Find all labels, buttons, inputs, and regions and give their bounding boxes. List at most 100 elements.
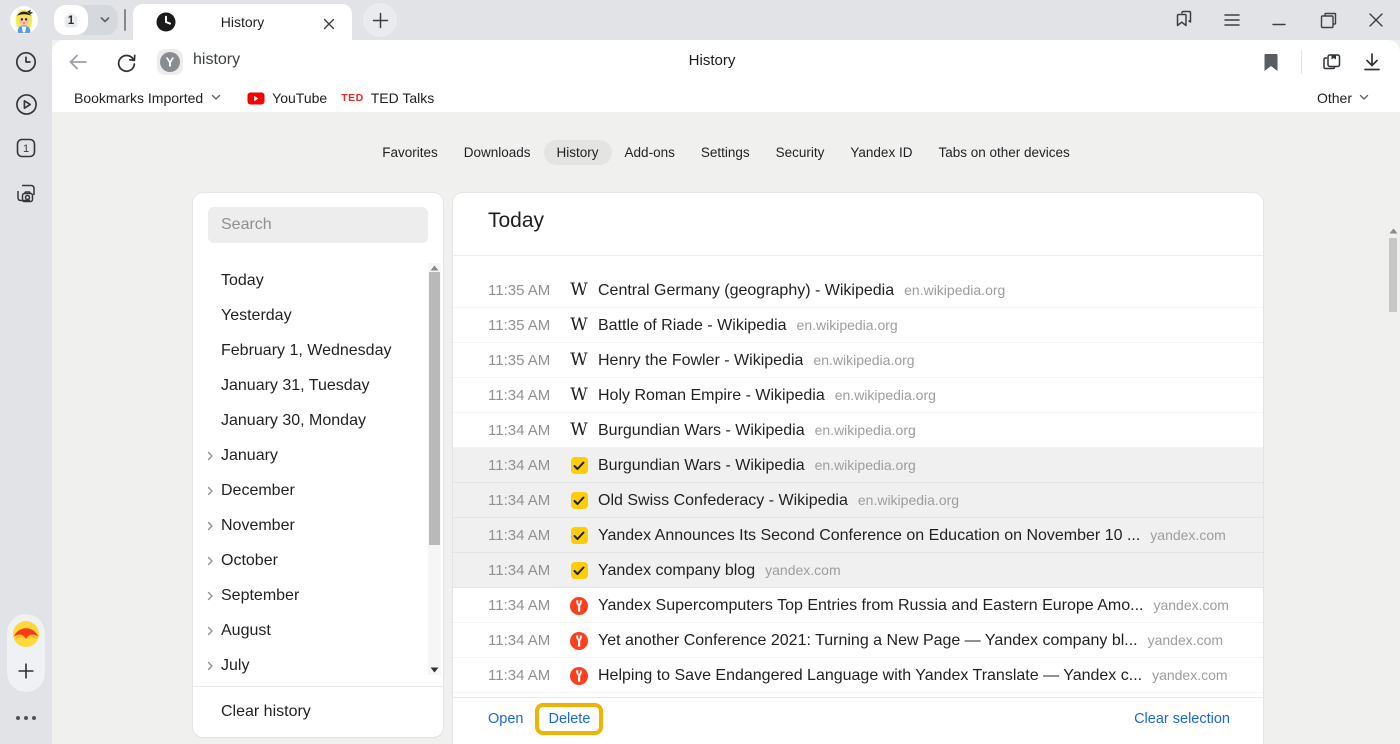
tab-group-count-badge[interactable]: 1 xyxy=(54,5,88,35)
sidebar-more-icon[interactable] xyxy=(0,708,52,728)
tabs-panel-icon[interactable]: 1 xyxy=(0,131,52,165)
open-link[interactable]: Open xyxy=(488,711,523,727)
history-row[interactable]: 11:34 AMWHoly Roman Empire - Wikipediaen… xyxy=(453,378,1263,413)
bookmarks-panel-icon[interactable] xyxy=(1160,0,1208,40)
history-row-title[interactable]: Yandex Announces Its Second Conference o… xyxy=(598,527,1140,545)
yandex-favicon xyxy=(570,667,588,685)
date-list-item[interactable]: January 31, Tuesday xyxy=(193,368,443,403)
scroll-up-icon[interactable] xyxy=(1387,226,1399,236)
date-list-item[interactable]: September xyxy=(193,578,443,613)
history-page: FavoritesDownloadsHistoryAdd-onsSettings… xyxy=(52,112,1400,744)
history-row[interactable]: 11:35 AMWBattle of Riade - Wikipediaen.w… xyxy=(453,308,1263,343)
nav-tab-history[interactable]: History xyxy=(544,140,612,165)
page-scrollbar[interactable] xyxy=(1386,224,1400,744)
window-close-icon[interactable] xyxy=(1352,0,1400,40)
history-row-title[interactable]: Holy Roman Empire - Wikipedia xyxy=(598,387,825,405)
nav-tab-yandex-id[interactable]: Yandex ID xyxy=(837,140,925,165)
history-row[interactable]: 11:34 AMBurgundian Wars - Wikipediaen.wi… xyxy=(453,448,1263,483)
collections-icon[interactable] xyxy=(1312,47,1352,77)
chevron-right-icon xyxy=(204,589,216,607)
date-list-item[interactable]: August xyxy=(193,613,443,648)
bookmarks-other-folder[interactable]: Other xyxy=(1317,90,1370,106)
history-row-title[interactable]: Burgundian Wars - Wikipedia xyxy=(598,457,805,475)
date-list-item[interactable]: November xyxy=(193,508,443,543)
date-list-item[interactable]: February 1, Wednesday xyxy=(193,333,443,368)
date-list-item[interactable]: Today xyxy=(193,263,443,298)
history-row-title[interactable]: Yet another Conference 2021: Turning a N… xyxy=(598,632,1138,650)
delete-link[interactable]: Delete xyxy=(548,711,590,727)
clear-history-button[interactable]: Clear history xyxy=(193,686,443,737)
bookmark-ted-label: TED Talks xyxy=(371,90,435,106)
selected-checkbox-icon[interactable] xyxy=(571,527,588,544)
history-row-domain: yandex.com xyxy=(1152,667,1227,683)
history-row-title[interactable]: Burgundian Wars - Wikipedia xyxy=(598,422,805,440)
nav-tab-downloads[interactable]: Downloads xyxy=(451,140,544,165)
history-row[interactable]: 11:34 AMHelping to Save Endangered Langu… xyxy=(453,658,1263,693)
wikipedia-favicon: W xyxy=(570,422,587,439)
bookmark-youtube[interactable]: YouTube xyxy=(247,90,327,106)
window-minimize-icon[interactable] xyxy=(1256,0,1304,40)
history-row[interactable]: 11:34 AMYandex Supercomputers Top Entrie… xyxy=(453,588,1263,623)
active-tab[interactable]: History xyxy=(133,4,352,40)
scrollbar-thumb[interactable] xyxy=(1389,238,1397,312)
history-row-title[interactable]: Battle of Riade - Wikipedia xyxy=(598,317,787,335)
history-row[interactable]: 11:35 AMWCentral Germany (geography) - W… xyxy=(453,273,1263,308)
history-row-title[interactable]: Helping to Save Endangered Language with… xyxy=(598,667,1142,685)
history-row-domain: en.wikipedia.org xyxy=(904,282,1005,298)
history-row[interactable]: 11:35 AMWHenry the Fowler - Wikipediaen.… xyxy=(453,343,1263,378)
bookmark-ted-talks[interactable]: TED TED Talks xyxy=(341,90,434,106)
downloads-icon[interactable] xyxy=(1352,47,1392,77)
nav-tab-add-ons[interactable]: Add-ons xyxy=(612,140,688,165)
nav-tab-security[interactable]: Security xyxy=(763,140,838,165)
tab-close-icon[interactable] xyxy=(318,13,340,35)
history-row-time: 11:34 AM xyxy=(488,562,558,579)
screenshot-icon[interactable] xyxy=(0,176,52,210)
date-list-item[interactable]: July xyxy=(193,648,443,683)
date-list-item[interactable]: January 30, Monday xyxy=(193,403,443,438)
history-row-domain: en.wikipedia.org xyxy=(815,422,916,438)
date-list-item[interactable]: December xyxy=(193,473,443,508)
history-row-title[interactable]: Central Germany (geography) - Wikipedia xyxy=(598,282,894,300)
sidebar-add-icon[interactable] xyxy=(0,655,52,687)
history-row[interactable]: 11:34 AMWBurgundian Wars - Wikipediaen.w… xyxy=(453,413,1263,448)
browser-menu-icon[interactable] xyxy=(1208,0,1256,40)
selected-checkbox-icon[interactable] xyxy=(571,562,588,579)
scrollbar-thumb[interactable] xyxy=(429,272,440,545)
date-list-scrollbar[interactable] xyxy=(428,263,441,675)
selected-checkbox-icon[interactable] xyxy=(571,492,588,509)
history-row[interactable]: 11:34 AMYandex company blogyandex.com xyxy=(453,553,1263,588)
user-avatar[interactable] xyxy=(10,6,38,34)
history-row-title[interactable]: Henry the Fowler - Wikipedia xyxy=(598,352,803,370)
nav-tab-settings[interactable]: Settings xyxy=(688,140,763,165)
history-row[interactable]: 11:34 AMOld Swiss Confederacy - Wikipedi… xyxy=(453,483,1263,518)
tab-group-control[interactable]: 1 xyxy=(54,5,118,35)
page-title: History xyxy=(38,52,1386,69)
tab-group-chevron-icon xyxy=(98,13,112,32)
window-restore-icon[interactable] xyxy=(1304,0,1352,40)
toolbar-right-icons xyxy=(1251,47,1392,77)
bookmark-page-icon[interactable] xyxy=(1251,47,1291,77)
new-tab-button[interactable] xyxy=(363,3,397,37)
history-row[interactable]: 11:34 AMYet another Conference 2021: Tur… xyxy=(453,623,1263,658)
bookmarks-folder[interactable]: Bookmarks Imported xyxy=(74,90,222,106)
history-row-title[interactable]: Yandex Supercomputers Top Entries from R… xyxy=(598,597,1143,615)
history-row[interactable]: 11:34 AMYandex Announces Its Second Conf… xyxy=(453,518,1263,553)
date-list-item[interactable]: January xyxy=(193,438,443,473)
search-input[interactable] xyxy=(208,207,428,243)
nav-tab-tabs-on-other-devices[interactable]: Tabs on other devices xyxy=(925,140,1082,165)
history-row-domain: yandex.com xyxy=(1153,597,1228,613)
history-row-title[interactable]: Yandex company blog xyxy=(598,562,755,580)
date-list-item[interactable]: October xyxy=(193,543,443,578)
history-sidebar-icon[interactable] xyxy=(0,45,52,79)
nav-tab-favorites[interactable]: Favorites xyxy=(369,140,451,165)
video-player-icon[interactable] xyxy=(0,87,52,121)
scroll-down-icon[interactable] xyxy=(428,665,441,675)
history-row-title[interactable]: Old Swiss Confederacy - Wikipedia xyxy=(598,492,848,510)
tab-strip: 1 History xyxy=(52,0,1400,40)
date-item-label: August xyxy=(221,622,271,640)
clear-selection-link[interactable]: Clear selection xyxy=(1134,711,1230,727)
history-row-time: 11:35 AM xyxy=(488,282,558,299)
date-list-item[interactable]: Yesterday xyxy=(193,298,443,333)
selected-checkbox-icon[interactable] xyxy=(571,457,588,474)
yandex-browser-logo[interactable] xyxy=(12,620,40,648)
